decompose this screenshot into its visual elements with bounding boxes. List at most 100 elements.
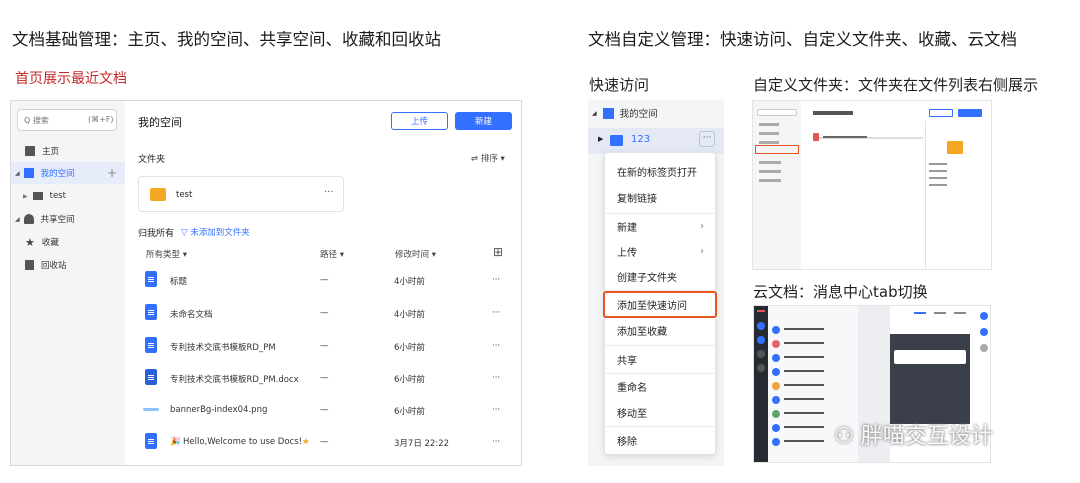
chevron-down-icon: ▾ xyxy=(497,154,505,164)
folder-icon xyxy=(32,192,43,200)
thumb-sidebar xyxy=(753,101,801,269)
tree-item-my-space[interactable]: ◢ 我的空间 xyxy=(592,106,658,120)
sort-button[interactable]: ⇌ 排序 ▾ xyxy=(471,152,505,164)
thumb-right-rail xyxy=(980,312,988,320)
recent-docs-note: 首页展示最近文档 xyxy=(15,71,127,87)
sidebar-item-label: 回收站 xyxy=(41,261,67,271)
more-icon[interactable]: ··· xyxy=(492,437,500,447)
table-row[interactable]: 专利技术交底书模板RD_PM.docx — 6小时前 ··· xyxy=(137,363,515,395)
thumb-search xyxy=(757,109,797,116)
column-type[interactable]: 所有类型 ▾ xyxy=(146,248,187,260)
menu-item-add-favorites[interactable]: 添加至收藏 xyxy=(605,317,715,344)
left-section-title: 文档基础管理：主页、我的空间、共享空间、收藏和回收站 xyxy=(12,30,441,49)
star-icon[interactable]: ★ xyxy=(302,437,310,447)
table-row[interactable]: 未命名文档 — 4小时前 ··· xyxy=(137,298,515,330)
owner-heading: 归我所有 xyxy=(138,229,175,239)
folder-icon xyxy=(610,135,623,146)
menu-item-move-to[interactable]: 移动至 xyxy=(605,399,715,426)
doc-icon xyxy=(145,304,157,320)
home-icon xyxy=(25,146,35,156)
menu-item-copy-link[interactable]: 复制链接 xyxy=(605,184,715,211)
expand-icon[interactable]: ◢ xyxy=(15,216,20,223)
sidebar: Q 搜索 (⌘+F) 主页 ◢ 我的空间 + ▶ test ◢ 共享空间 ★ 收… xyxy=(11,101,125,465)
menu-item-create-subfolder[interactable]: 创建子文件夹 xyxy=(605,263,715,290)
search-input[interactable]: Q 搜索 (⌘+F) xyxy=(17,109,117,131)
filter-label: 未添加到文件夹 xyxy=(190,228,250,238)
more-icon[interactable]: ··· xyxy=(492,405,500,415)
sidebar-item-shared-space[interactable]: ◢ 共享空间 xyxy=(11,208,125,230)
table-row[interactable]: 🎉 Hello,Welcome to use Docs! ★ — 3月7日 22… xyxy=(137,427,515,459)
row-path: — xyxy=(320,275,329,285)
tree-root-label: 我的空间 xyxy=(619,109,658,120)
collapse-icon[interactable]: ▶ xyxy=(23,193,28,200)
more-icon[interactable]: ··· xyxy=(492,373,500,383)
menu-item-upload[interactable]: 上传 › xyxy=(605,238,715,265)
wechat-icon: ⚇ xyxy=(834,424,861,449)
right-section-title: 文档自定义管理：快速访问、自定义文件夹、收藏、云文档 xyxy=(588,30,1017,49)
expand-icon[interactable]: ◢ xyxy=(15,170,20,177)
folder-icon xyxy=(150,188,166,201)
watermark-text: 胖喵交互设计 xyxy=(860,424,993,449)
my-space-icon xyxy=(602,107,614,119)
menu-item-rename[interactable]: 重命名 xyxy=(605,373,715,400)
menu-item-remove[interactable]: 移除 xyxy=(605,427,715,454)
thumb-folder-icon xyxy=(947,141,963,154)
column-modified[interactable]: 修改时间 ▾ xyxy=(395,248,436,260)
sidebar-item-favorites[interactable]: ★ 收藏 xyxy=(11,231,125,253)
upload-button[interactable]: 上传 xyxy=(391,112,448,130)
menu-item-open-new-tab[interactable]: 在新的标签页打开 xyxy=(605,158,715,185)
cloud-doc-caption: 云文档：消息中心tab切换 xyxy=(753,283,928,301)
row-path: — xyxy=(320,341,329,351)
more-icon[interactable]: ··· xyxy=(492,308,500,318)
row-name: Hello,Welcome to use Docs! xyxy=(183,437,303,447)
sidebar-item-test[interactable]: ▶ test xyxy=(11,185,125,207)
tree-item-123[interactable]: ▶ 123 ··· xyxy=(588,128,724,154)
thumb-pdf-icon xyxy=(813,133,819,141)
grid-view-icon[interactable]: ⊞ xyxy=(493,245,503,259)
more-icon[interactable]: ··· xyxy=(324,187,334,198)
chevron-right-icon: › xyxy=(700,221,704,232)
more-icon[interactable]: ··· xyxy=(492,341,500,351)
menu-item-share[interactable]: 共享 xyxy=(605,346,715,373)
sort-icon: ⇌ xyxy=(471,154,481,164)
table-row[interactable]: bannerBg-index04.png — 6小时前 ··· xyxy=(137,395,515,427)
folder-card[interactable]: test ··· xyxy=(138,176,344,212)
column-modified-label: 修改时间 xyxy=(395,250,430,260)
column-path[interactable]: 路径 ▾ xyxy=(320,248,344,260)
thumb-sidebar-lines xyxy=(759,161,781,164)
table-row[interactable]: 专利技术交底书模板RD_PM — 6小时前 ··· xyxy=(137,331,515,363)
more-icon[interactable]: ··· xyxy=(492,275,500,285)
thumb-rail-icons xyxy=(757,322,765,330)
filter-button[interactable]: ▽ 未添加到文件夹 xyxy=(181,226,250,238)
row-path: — xyxy=(320,373,329,383)
chevron-right-icon: › xyxy=(700,246,704,257)
quick-access-caption: 快速访问 xyxy=(589,76,650,94)
new-button[interactable]: 新建 xyxy=(455,112,512,130)
sidebar-item-trash[interactable]: 回收站 xyxy=(11,254,125,276)
row-time: 3月7日 22:22 xyxy=(394,439,450,449)
row-name: bannerBg-index04.png xyxy=(170,405,268,415)
search-placeholder: Q 搜索 xyxy=(24,116,49,125)
thumb-new xyxy=(958,109,982,117)
column-type-label: 所有类型 xyxy=(146,250,181,260)
tree-folder-label: 123 xyxy=(631,134,651,145)
doc-icon xyxy=(145,271,157,287)
add-icon[interactable]: + xyxy=(107,166,117,180)
doc-icon xyxy=(145,433,157,449)
table-row[interactable]: 标题 — 4小时前 ··· xyxy=(137,265,515,297)
word-file-icon xyxy=(145,369,157,385)
thumb-highlight xyxy=(755,145,799,154)
more-icon[interactable]: ··· xyxy=(699,131,715,147)
sidebar-item-home[interactable]: 主页 xyxy=(11,140,125,162)
menu-item-add-quick-access[interactable]: 添加至快速访问 xyxy=(603,291,717,318)
collapse-icon[interactable]: ▶ xyxy=(598,135,603,143)
custom-folder-caption: 自定义文件夹：文件夹在文件列表右侧展示 xyxy=(753,76,1039,94)
row-path: — xyxy=(320,405,329,415)
sidebar-item-my-space[interactable]: ◢ 我的空间 + xyxy=(11,162,125,184)
people-icon xyxy=(23,214,34,224)
menu-item-new[interactable]: 新建 › xyxy=(605,213,715,240)
doc-icon xyxy=(145,337,157,353)
star-icon: ★ xyxy=(25,235,35,249)
expand-icon[interactable]: ◢ xyxy=(592,110,597,117)
row-name: 专利技术交底书模板RD_PM xyxy=(170,343,276,353)
